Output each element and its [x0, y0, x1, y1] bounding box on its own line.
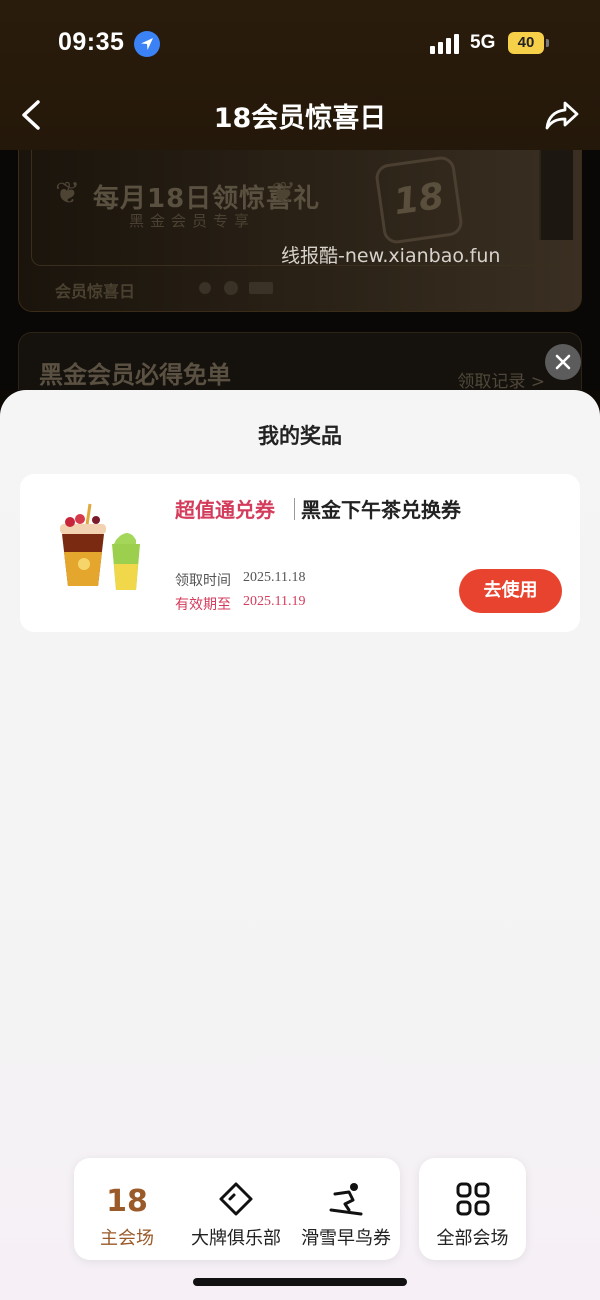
- eighteen-logo-icon: 18: [108, 1184, 146, 1218]
- expiry-value: 2025.11.19: [243, 594, 306, 609]
- share-button[interactable]: [544, 98, 580, 132]
- laurel-right-icon: ❦: [271, 176, 297, 211]
- battery-tip: [546, 39, 549, 47]
- battery-icon: 40: [508, 32, 544, 54]
- tab-ski-early-bird[interactable]: 滑雪早鸟券: [292, 1158, 400, 1260]
- ribbon-decoration: [539, 150, 573, 240]
- tab-brand-club[interactable]: 大牌俱乐部: [182, 1158, 290, 1260]
- banner-footer-label: 会员惊喜日: [55, 282, 136, 301]
- network-type: 5G: [470, 32, 496, 53]
- sheet-title: 我的奖品: [258, 424, 342, 448]
- afternoon-tea-drinks-icon: [60, 503, 140, 590]
- status-bar: 09:35 5G 40: [0, 28, 600, 62]
- section-title: 黑金会员必得免单: [39, 361, 231, 389]
- header: 09:35 5G 40 18会员惊喜日: [0, 0, 600, 150]
- claim-time-value: 2025.11.18: [243, 570, 306, 585]
- watermark-text: 线报酷-new.xianbao.fun: [281, 245, 501, 267]
- claim-records-link[interactable]: 领取记录 >: [457, 367, 545, 390]
- skier-icon: [329, 1183, 363, 1216]
- tab-label: 大牌俱乐部: [191, 1228, 281, 1249]
- tab-main-venue[interactable]: 18 主会场: [74, 1158, 180, 1260]
- location-arrow-icon: [134, 31, 160, 57]
- divider: [294, 498, 295, 520]
- share-icon: [545, 101, 579, 130]
- partner-logos-icon: [199, 281, 273, 295]
- close-icon: [555, 354, 571, 370]
- grid-icon: [456, 1182, 489, 1216]
- diamond-tag-icon: [219, 1182, 253, 1216]
- close-button[interactable]: [545, 344, 581, 380]
- banner-subtitle: 黑金会员专享: [129, 212, 256, 230]
- all-venues-content: 全部会场: [419, 1158, 526, 1260]
- prize-type-label: 超值通兑券: [175, 498, 275, 522]
- tab-all-venues[interactable]: 全部会场: [419, 1158, 526, 1260]
- expiry-label: 有效期至: [175, 597, 231, 613]
- use-button[interactable]: 去使用: [459, 569, 562, 613]
- tab-label: 全部会场: [436, 1228, 509, 1249]
- signal-icon: [430, 34, 462, 58]
- banner-footer: 会员惊喜日: [55, 278, 135, 302]
- bottom-tab-bar: 18 主会场 大牌俱乐部 滑雪早鸟券: [74, 1158, 400, 1260]
- badge-18: 18: [373, 154, 465, 246]
- background-page: ❦ 每月18日领惊喜礼 黑金会员专享 ❦ 18 线报酷-new.xianbao.…: [0, 150, 600, 390]
- home-indicator[interactable]: [193, 1278, 407, 1286]
- prize-name: 黑金下午茶兑换券: [301, 498, 461, 522]
- free-order-section: 黑金会员必得免单 领取记录 >: [18, 332, 582, 390]
- laurel-left-icon: ❦: [55, 176, 81, 211]
- status-time: 09:35: [58, 28, 125, 56]
- tab-label: 主会场: [100, 1228, 154, 1249]
- claim-time-label: 领取时间: [175, 573, 231, 589]
- tab-label: 滑雪早鸟券: [301, 1228, 391, 1249]
- promo-banner: ❦ 每月18日领惊喜礼 黑金会员专享 ❦ 18 线报酷-new.xianbao.…: [18, 150, 582, 312]
- page-title: 18会员惊喜日: [213, 103, 387, 134]
- svg-text:18: 18: [108, 1184, 146, 1218]
- prize-card: 超值通兑券 黑金下午茶兑换券 领取时间 2025.11.18 有效期至 2025…: [20, 474, 580, 632]
